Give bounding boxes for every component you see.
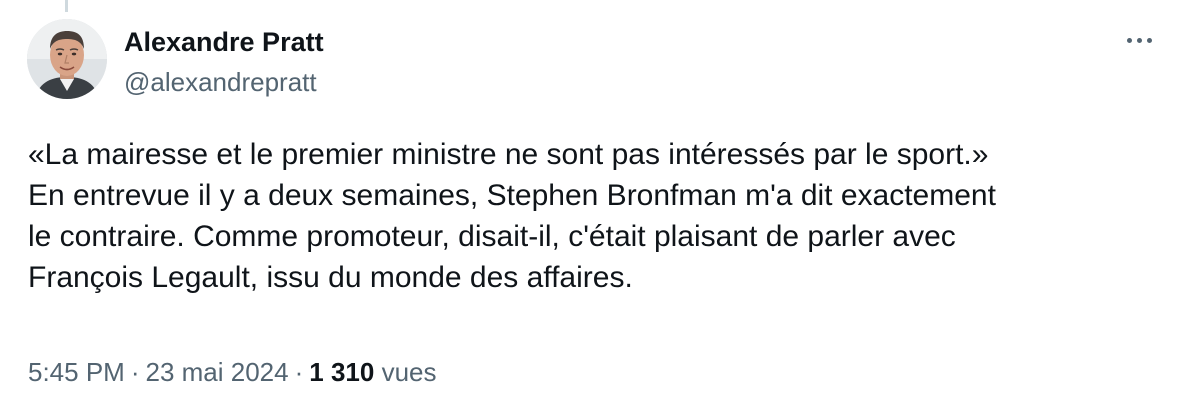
thread-connector-line	[65, 0, 68, 12]
views-link[interactable]: 1 310 vues	[309, 357, 436, 387]
tweet-text-line: «La mairesse et le premier ministre ne s…	[28, 138, 989, 171]
tweet-text-line: François Legault, issu du monde des affa…	[28, 261, 633, 294]
author-handle[interactable]: @alexandrepratt	[124, 66, 317, 98]
tweet-text: «La mairesse et le premier ministre ne s…	[28, 134, 1178, 298]
meta-separator: ·	[294, 357, 304, 387]
tweet-text-line: En entrevue il y a deux semaines, Stephe…	[28, 179, 996, 212]
tweet-text-line: le contraire. Comme promoteur, disait-il…	[28, 220, 956, 253]
avatar[interactable]	[27, 19, 107, 99]
views-count: 1 310	[309, 357, 375, 387]
tweet-meta: 5:45 PM · 23 mai 2024 · 1 310 vues	[28, 356, 437, 388]
views-label: vues	[381, 357, 437, 387]
meta-separator: ·	[130, 357, 140, 387]
tweet-timestamp-link[interactable]: 5:45 PM · 23 mai 2024	[28, 357, 289, 387]
tweet-date: 23 mai 2024	[145, 357, 289, 387]
more-options-button[interactable]	[1118, 24, 1162, 56]
more-horizontal-icon	[1127, 38, 1132, 43]
tweet-time: 5:45 PM	[28, 357, 125, 387]
more-horizontal-icon-dot	[1137, 38, 1142, 43]
tweet-card: Alexandre Pratt @alexandrepratt «La mair…	[0, 0, 1198, 412]
more-horizontal-icon-dot	[1147, 38, 1152, 43]
author-name[interactable]: Alexandre Pratt	[124, 26, 324, 58]
profile-photo-icon	[27, 19, 107, 99]
